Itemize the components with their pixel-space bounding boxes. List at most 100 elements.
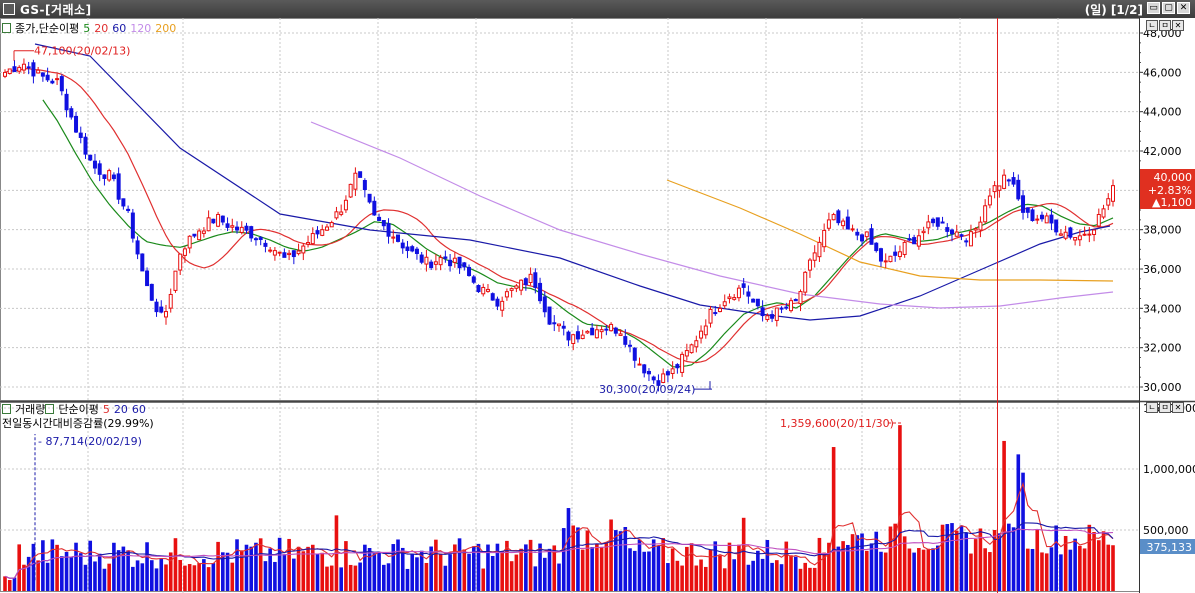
candle-down bbox=[713, 312, 718, 315]
volume-bar-up bbox=[348, 564, 353, 591]
candle-down bbox=[40, 72, 45, 77]
price-tick-label: 46,000 bbox=[1143, 66, 1182, 79]
current-price-change: ▲1,100 bbox=[1152, 196, 1192, 209]
candle-down bbox=[935, 217, 940, 227]
current-volume-value: 375,133 bbox=[1147, 541, 1193, 554]
volume-bar-down bbox=[410, 553, 415, 591]
volume-pane-maximize-button[interactable]: ㅁ bbox=[1159, 402, 1171, 413]
volume-bar-up bbox=[1106, 544, 1111, 591]
candle-up bbox=[206, 217, 211, 232]
stock-chart[interactable]: 48,00046,00044,00042,00040,00038,00036,0… bbox=[0, 18, 1195, 593]
candle-down bbox=[755, 298, 760, 307]
price-legend[interactable]: 종가,단순이평 5 20 60 120 200 bbox=[2, 20, 180, 36]
volume-bar-down bbox=[561, 528, 566, 591]
price-pane-maximize-button[interactable]: ㅁ bbox=[1159, 20, 1171, 31]
candle-down bbox=[315, 230, 320, 235]
ma120-legend[interactable]: 120 bbox=[130, 22, 151, 35]
volume-pane-restore-button[interactable]: ㄴ bbox=[1146, 402, 1158, 413]
price-pane-restore-button[interactable]: ㄴ bbox=[1146, 20, 1158, 31]
ma60-legend[interactable]: 60 bbox=[112, 22, 126, 35]
volume-pane-close-button[interactable]: ✕ bbox=[1172, 402, 1184, 413]
candle-up bbox=[831, 214, 836, 221]
period-page-indicator[interactable]: (일) [1/2] bbox=[1085, 1, 1143, 18]
close-button[interactable]: ✕ bbox=[1177, 2, 1190, 14]
volume-bar-up bbox=[973, 539, 978, 591]
ma20-legend[interactable]: 20 bbox=[94, 22, 108, 35]
candle-up bbox=[736, 287, 741, 299]
candle-down bbox=[623, 336, 628, 345]
volume-bar-down bbox=[382, 564, 386, 591]
volume-bar-down bbox=[869, 543, 874, 591]
candle-down bbox=[931, 218, 936, 224]
maximize-button[interactable]: ▢ bbox=[1162, 2, 1175, 14]
ma200-legend[interactable]: 200 bbox=[155, 22, 176, 35]
volume-bar-up bbox=[107, 563, 111, 591]
volume-bar-up bbox=[675, 560, 680, 591]
candle-up bbox=[306, 241, 311, 245]
candle-down bbox=[291, 250, 296, 258]
candle-up bbox=[481, 286, 486, 295]
volume-bar-down bbox=[628, 548, 632, 591]
candle-up bbox=[334, 211, 339, 219]
ma5-legend[interactable]: 5 bbox=[83, 22, 90, 35]
candle-down bbox=[561, 325, 566, 329]
candle-down bbox=[632, 347, 637, 361]
volume-bar-down bbox=[760, 558, 765, 591]
candle-up bbox=[1077, 235, 1082, 241]
volume-legend-checkbox-icon[interactable] bbox=[2, 404, 11, 414]
volume-bar-down bbox=[263, 561, 268, 591]
volume-bar-down bbox=[145, 542, 149, 591]
candle-up bbox=[272, 250, 277, 256]
volume-bar-up bbox=[329, 565, 334, 591]
volume-bar-up bbox=[775, 560, 779, 591]
candle-down bbox=[396, 234, 401, 242]
candle-down bbox=[646, 370, 651, 375]
volume-bar-up bbox=[609, 519, 613, 591]
volume-bar-up bbox=[969, 553, 973, 591]
volume-ma-checkbox-icon[interactable] bbox=[45, 404, 55, 414]
volume-bar-down bbox=[542, 557, 547, 591]
volume-bar-up bbox=[197, 563, 201, 591]
volume-bar-down bbox=[83, 564, 88, 591]
candle-down bbox=[907, 238, 912, 241]
volume-bar-up bbox=[192, 565, 197, 591]
price-legend-label: 종가,단순이평 bbox=[15, 22, 80, 35]
volume-bar-up bbox=[604, 542, 609, 591]
window-menu-icon[interactable] bbox=[3, 3, 15, 15]
candle-up bbox=[850, 228, 855, 231]
candle-up bbox=[514, 285, 519, 289]
price-legend-checkbox-icon[interactable] bbox=[2, 23, 11, 33]
volume-bar-up bbox=[864, 550, 869, 591]
volume-bar-down bbox=[746, 564, 751, 591]
volume-bar-up bbox=[3, 576, 7, 591]
volume-bar-down bbox=[135, 560, 140, 591]
candle-down bbox=[192, 233, 197, 237]
price-pane-close-button[interactable]: ✕ bbox=[1172, 20, 1184, 31]
ma20-line bbox=[4, 67, 1114, 364]
candle-up bbox=[3, 71, 7, 77]
volume-bar-down bbox=[642, 551, 647, 591]
candle-down bbox=[760, 307, 765, 317]
candle-down bbox=[604, 328, 609, 331]
candle-up bbox=[178, 253, 183, 271]
minimize-button[interactable]: ▭ bbox=[1147, 2, 1160, 14]
price-pane-frame bbox=[0, 18, 1140, 401]
price-tick-label: 36,000 bbox=[1143, 263, 1182, 276]
candle-down bbox=[845, 216, 850, 230]
candle-up bbox=[807, 259, 812, 271]
volume-bar-down bbox=[235, 539, 239, 591]
candle-up bbox=[798, 291, 803, 305]
candle-down bbox=[367, 193, 372, 203]
candle-up bbox=[968, 231, 973, 247]
volume-bar-down bbox=[1030, 548, 1035, 591]
volume-bar-down bbox=[112, 542, 116, 591]
volume-bar-down bbox=[211, 563, 216, 591]
volume-bar-up bbox=[344, 541, 348, 591]
volume-bar-up bbox=[831, 447, 836, 591]
candle-up bbox=[500, 300, 505, 311]
volume-bar-up bbox=[519, 548, 523, 591]
candle-down bbox=[410, 246, 415, 252]
volume-bar-up bbox=[206, 567, 211, 591]
volume-bar-up bbox=[599, 546, 604, 591]
candle-up bbox=[841, 220, 846, 227]
